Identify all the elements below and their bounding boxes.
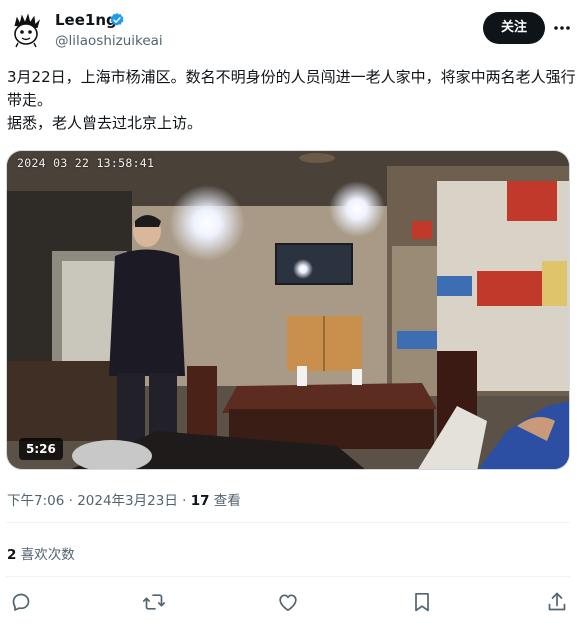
bookmark-icon <box>415 592 429 612</box>
reply-icon <box>12 593 30 611</box>
video-timestamp-overlay: 2024 03 22 13:58:41 <box>17 156 155 170</box>
share-button[interactable] <box>545 590 569 614</box>
more-options-icon[interactable] <box>551 17 573 39</box>
like-icon <box>279 594 297 612</box>
share-icon <box>548 592 566 611</box>
bookmark-button[interactable] <box>410 590 434 614</box>
user-handle[interactable]: @lilaoshizuikeai <box>55 33 163 49</box>
tweet-meta: 下午7:06 · 2024年3月23日 · 17 查看 <box>7 489 241 509</box>
post-time[interactable]: 下午7:06 <box>7 493 64 509</box>
views-label: 查看 <box>209 493 241 509</box>
retweet-icon <box>142 594 166 610</box>
verified-badge-icon <box>110 13 124 26</box>
meta-separator-2: · <box>177 493 191 509</box>
post-date[interactable]: 2024年3月23日 <box>77 493 178 509</box>
follow-button[interactable]: 关注 <box>483 12 545 44</box>
tweet-text: 3月22日，上海市杨浦区。数名不明身份的人员闯进一老人家中，将家中两名老人强行带… <box>7 68 576 132</box>
like-button[interactable] <box>276 590 300 614</box>
video-duration-badge: 5:26 <box>19 438 63 460</box>
reply-button[interactable] <box>9 590 33 614</box>
video-player[interactable]: 2024 03 22 13:58:41 5:26 <box>6 150 570 470</box>
video-frame <box>7 151 569 469</box>
likes-label: 喜欢次数 <box>16 547 75 563</box>
divider <box>6 522 570 523</box>
display-name[interactable]: Lee1ng <box>55 11 117 29</box>
retweet-button[interactable] <box>142 590 166 614</box>
likes-summary[interactable]: 2 喜欢次数 <box>7 543 75 563</box>
tweet-header: Lee1ng @lilaoshizuikeai 关注 <box>0 0 586 60</box>
views-count: 17 <box>190 493 210 509</box>
avatar[interactable] <box>7 12 45 50</box>
likes-count: 2 <box>7 547 17 563</box>
avatar-cartoon-icon <box>8 13 44 50</box>
meta-separator: · <box>64 493 78 509</box>
divider <box>6 576 570 577</box>
